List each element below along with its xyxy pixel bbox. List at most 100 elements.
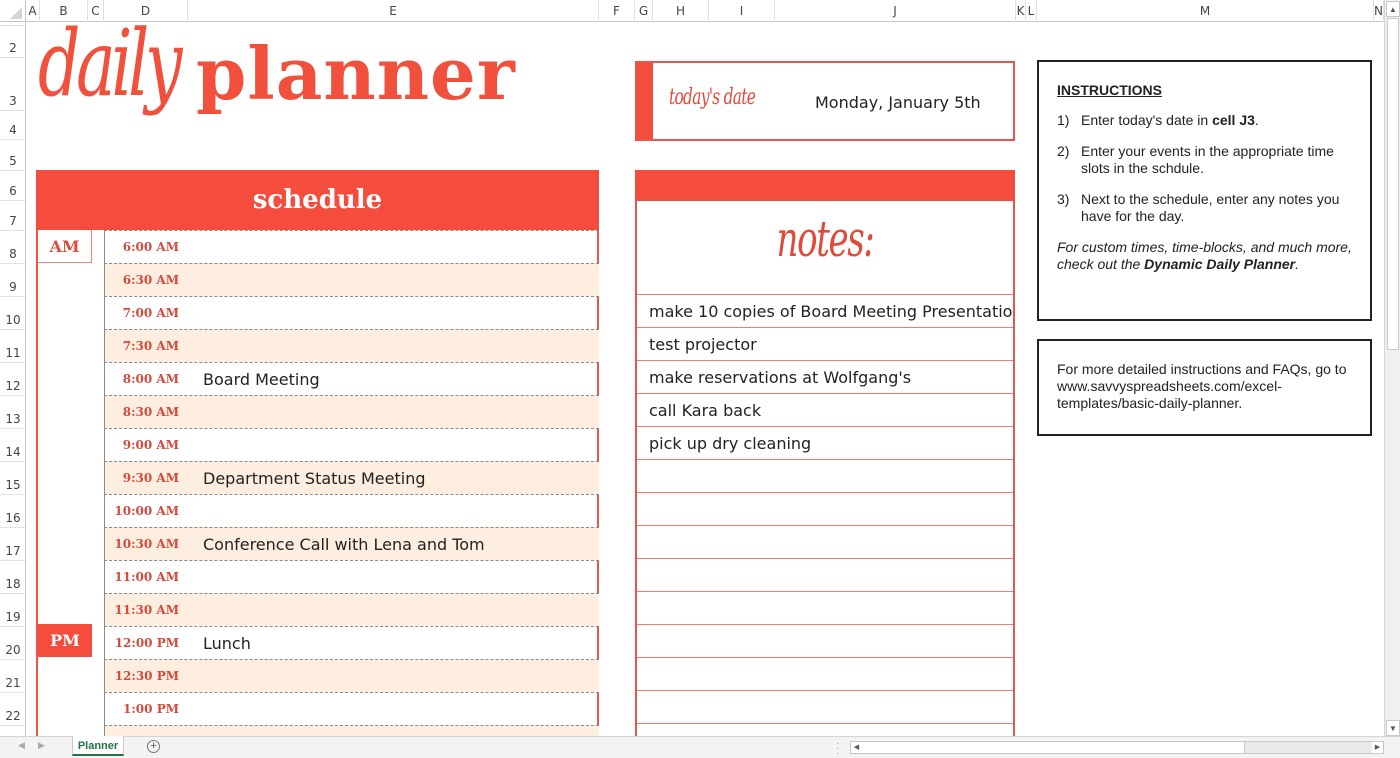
slot-time: 6:00 AM — [122, 240, 179, 254]
instructions-note: For custom times, time-blocks, and much … — [1057, 239, 1352, 273]
slot-time: 8:00 AM — [122, 372, 179, 386]
row-header[interactable]: 5 — [0, 140, 25, 171]
row-header[interactable]: 6 — [0, 171, 25, 201]
slot-time: 10:00 AM — [114, 504, 179, 518]
schedule-slot[interactable]: 9:30 AM Department Status Meeting — [104, 461, 599, 494]
row-header[interactable]: 14 — [0, 429, 25, 462]
faq-box: For more detailed instructions and FAQs,… — [1037, 339, 1372, 436]
note-text: . — [1295, 256, 1300, 272]
select-all-triangle-icon — [10, 7, 22, 19]
schedule-slot[interactable]: 7:30 AM — [104, 329, 599, 362]
slot-time: 9:30 AM — [122, 471, 179, 485]
column-header[interactable]: M — [1037, 0, 1374, 22]
schedule-slot[interactable]: 10:30 AM Conference Call with Lena and To… — [104, 527, 599, 560]
vertical-scrollbar[interactable]: ▲ ▼ — [1384, 0, 1400, 738]
row-header[interactable]: 19 — [0, 594, 25, 627]
note-line[interactable]: call Kara back — [637, 393, 1013, 426]
slot-time: 7:30 AM — [122, 339, 179, 353]
todays-date-box: today's date Monday, January 5th — [635, 61, 1015, 141]
row-header[interactable]: 2 — [0, 26, 25, 58]
column-header[interactable]: N — [1374, 0, 1384, 22]
step-number: 2) — [1057, 143, 1070, 159]
column-header[interactable]: F — [599, 0, 635, 22]
notes-panel: notes: make 10 copies of Board Meeting P… — [635, 170, 1015, 740]
slot-event[interactable]: Board Meeting — [203, 370, 320, 389]
row-header[interactable]: 22 — [0, 693, 25, 726]
note-line[interactable] — [637, 591, 1013, 624]
slot-time: 8:30 AM — [122, 405, 179, 419]
note-line[interactable]: make 10 copies of Board Meeting Presenta… — [637, 294, 1013, 327]
schedule-slot[interactable]: 9:00 AM — [104, 428, 599, 461]
schedule-slot[interactable]: 6:00 AM — [104, 230, 599, 263]
row-header[interactable]: 9 — [0, 264, 25, 297]
select-all-corner[interactable] — [0, 0, 26, 22]
schedule-panel: schedule AM PM 6:00 AM 6:30 AM 7:00 AM 7:30… — [36, 170, 599, 758]
slot-event[interactable]: Conference Call with Lena and Tom — [203, 535, 485, 554]
next-sheet-icon[interactable]: ▶ — [38, 740, 45, 751]
instruction-step: 2) Enter your events in the appropriate … — [1057, 143, 1352, 177]
sheet-tab-planner[interactable]: Planner — [72, 736, 124, 756]
step-number: 1) — [1057, 112, 1070, 128]
schedule-slot[interactable]: 1:00 PM — [104, 692, 599, 725]
row-header[interactable]: 8 — [0, 231, 25, 264]
column-header[interactable]: G — [635, 0, 653, 22]
sheet-tab-bar: ◀ ▶ Planner + · · · ◀ ▶ — [0, 736, 1400, 758]
horizontal-scroll-thumb[interactable] — [862, 742, 1245, 753]
schedule-slot[interactable]: 11:30 AM — [104, 593, 599, 626]
title-planner: planner — [196, 31, 516, 116]
todays-date-cell[interactable]: Monday, January 5th — [815, 93, 981, 112]
slot-event[interactable]: Lunch — [203, 634, 251, 653]
step-text-bold: cell J3 — [1212, 112, 1255, 128]
schedule-slot[interactable]: 8:30 AM — [104, 395, 599, 428]
plus-circle-icon[interactable]: + — [147, 740, 160, 753]
pm-badge: PM — [38, 624, 92, 657]
row-header[interactable]: 12 — [0, 363, 25, 396]
schedule-slot[interactable]: 8:00 AM Board Meeting — [104, 362, 599, 395]
row-header[interactable]: 17 — [0, 528, 25, 561]
row-header[interactable]: 15 — [0, 462, 25, 495]
note-line[interactable] — [637, 690, 1013, 723]
column-header[interactable]: I — [709, 0, 775, 22]
row-header[interactable]: 4 — [0, 111, 25, 140]
scroll-up-icon[interactable]: ▲ — [1386, 1, 1400, 17]
schedule-slot[interactable]: 12:30 PM — [104, 659, 599, 692]
scroll-right-icon[interactable]: ▶ — [1372, 742, 1383, 753]
scroll-down-icon[interactable]: ▼ — [1386, 720, 1400, 736]
slot-event[interactable]: Department Status Meeting — [203, 469, 425, 488]
splitter-handle-icon[interactable]: · · · — [836, 739, 839, 758]
schedule-slot[interactable]: 6:30 AM — [104, 263, 599, 296]
row-header[interactable]: 18 — [0, 561, 25, 594]
note-line[interactable] — [637, 525, 1013, 558]
row-header[interactable]: 11 — [0, 330, 25, 363]
vertical-scroll-thumb[interactable] — [1387, 18, 1399, 350]
note-line[interactable]: make reservations at Wolfgang's — [637, 360, 1013, 393]
scroll-left-icon[interactable]: ◀ — [851, 742, 862, 753]
row-header[interactable]: 13 — [0, 396, 25, 429]
note-line[interactable] — [637, 558, 1013, 591]
note-line[interactable] — [637, 459, 1013, 492]
column-header[interactable]: J — [775, 0, 1016, 22]
column-header[interactable]: L — [1026, 0, 1037, 22]
schedule-slot[interactable]: 7:00 AM — [104, 296, 599, 329]
row-header[interactable]: 10 — [0, 297, 25, 330]
column-header[interactable]: K — [1016, 0, 1026, 22]
horizontal-scrollbar[interactable]: ◀ ▶ — [850, 741, 1384, 754]
schedule-slot[interactable]: 10:00 AM — [104, 494, 599, 527]
note-line[interactable]: test projector — [637, 327, 1013, 360]
row-header[interactable]: 21 — [0, 660, 25, 693]
column-header[interactable]: E — [188, 0, 599, 22]
schedule-slot[interactable]: 12:00 PM Lunch — [104, 626, 599, 659]
schedule-header: schedule — [36, 170, 599, 230]
row-header[interactable]: 3 — [0, 58, 25, 111]
schedule-slot[interactable]: 11:00 AM — [104, 560, 599, 593]
prev-sheet-icon[interactable]: ◀ — [18, 740, 25, 751]
note-line[interactable]: pick up dry cleaning — [637, 426, 1013, 459]
row-header[interactable]: 20 — [0, 627, 25, 660]
row-header[interactable]: 16 — [0, 495, 25, 528]
instruction-step: 3) Next to the schedule, enter any notes… — [1057, 191, 1352, 225]
note-line[interactable] — [637, 492, 1013, 525]
note-line[interactable] — [637, 624, 1013, 657]
row-header[interactable]: 7 — [0, 201, 25, 231]
note-line[interactable] — [637, 657, 1013, 690]
column-header[interactable]: H — [653, 0, 709, 22]
